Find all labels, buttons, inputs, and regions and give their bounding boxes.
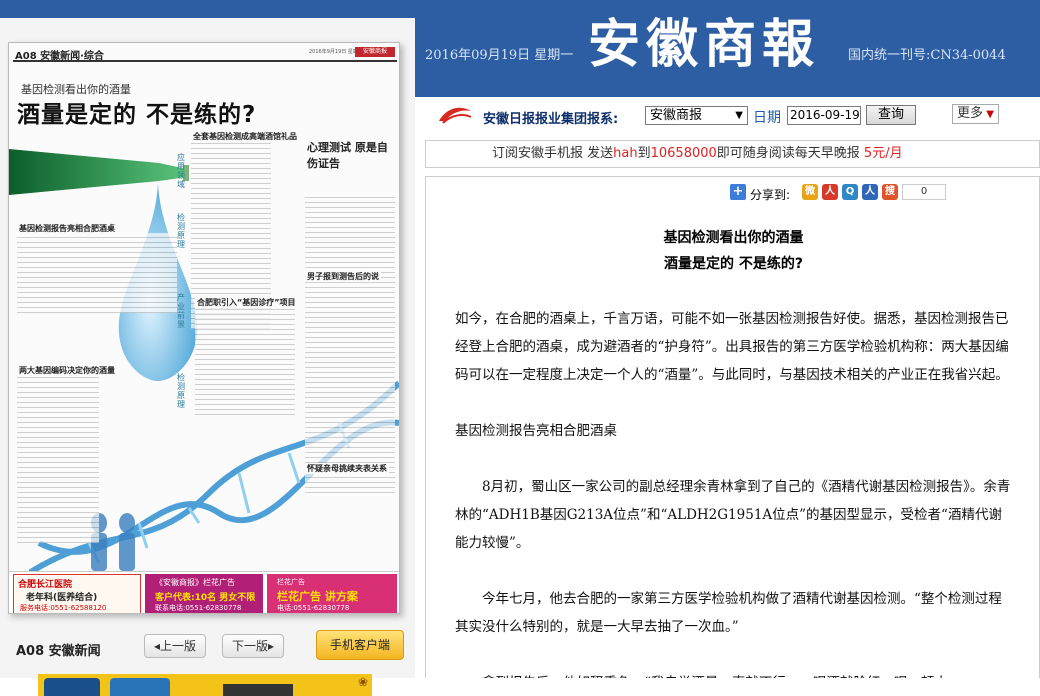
article-panel: + 分享到: 微 人 Q 人 搜 0 基因检测看出你的酒量 酒量是定的 不是练的… [425,176,1040,678]
thumb-side-label: 检测原理 [177,213,185,249]
current-page-label: A08 安徽新闻 [16,644,101,659]
issn-label: 国内统一刊号:CN34-0044 [848,48,1006,63]
next-page-button[interactable]: 下一版▸ [222,634,284,658]
thumb-text-column [195,305,295,415]
subscribe-text: 到 [637,146,651,161]
thumb-head: 心理测试 原是自伤证告 [305,139,395,171]
query-button[interactable]: 查询 [866,105,916,125]
ad-line: 合肥长江医院 [18,580,73,590]
chevron-right-icon: ▸ [267,639,275,653]
banner-tab [110,678,170,696]
subscribe-code: hah [613,146,638,161]
ad-line: 栏花广告 讲方案 [277,590,358,603]
renren-icon[interactable]: 人 [822,184,838,200]
ad-line: 《安徽商报》栏花广告 [155,578,235,587]
chevron-down-icon: ▼ [735,110,743,121]
issue-date: 2016年09月19日 星期一 [425,48,574,63]
qq-icon[interactable]: Q [842,184,858,200]
classified-ad: 栏花广告 栏花广告 讲方案 电话:0551-62830778 [267,574,397,613]
people-icon[interactable]: 人 [862,184,878,200]
thumb-ad-strip: 合肥长江医院 老年科(医养结合) 服务电话:0551-62588120 《安徽商… [9,571,399,613]
thumb-side-label: 应用领域 [177,153,185,189]
thumb-text-column [305,193,395,493]
paper-select[interactable]: 安徽商报 ▼ [645,106,748,125]
thumb-head: 两大基因编码决定你的酒量 [17,365,117,376]
thumb-title: 酒量是定的 不是练的? [17,102,257,128]
ad-line: 老年科(医养结合) [26,593,98,603]
newspaper-page-thumbnail[interactable]: A08 安徽新闻·综合 2016年9月19日 星期一 安徽商报 基因检测看出你的… [8,42,400,614]
article-paragraph: 8月初，蜀山区一家公司的副总经理余青林拿到了自己的《酒精代谢基因检测报告》。余青… [455,479,1011,551]
article-title: 酒量是定的 不是练的? [664,256,803,272]
bottom-banner-ad[interactable]: ❀ [38,674,372,696]
thumb-head: 合肥职引入“基因诊疗”项目 [195,297,298,308]
thumb-side-label: 检测原理 [177,373,185,409]
article-subtitle: 基因检测看出你的酒量 [663,230,804,246]
sohu-icon[interactable]: 搜 [882,184,898,200]
next-page-label: 下一版 [231,639,268,653]
ad-line: 栏花广告 [277,578,305,586]
ad-line: 联系电话:0551-62830778 [155,604,242,612]
thumb-head: 基因检测报告亮相合肥酒桌 [17,223,117,234]
subscribe-number: 10658000 [650,146,717,161]
chevron-down-icon: ▼ [983,109,994,120]
share-plus-icon[interactable]: + [730,184,746,200]
hospital-ad: 合肥长江医院 老年科(医养结合) 服务电话:0551-62588120 [13,574,141,613]
mobile-client-button[interactable]: 手机客户端 [316,630,404,660]
recruit-ad: 《安徽商报》栏花广告 客户代表:10名 男女不限 联系电话:0551-62830… [145,574,263,613]
thumb-rule [13,60,397,62]
thumb-head: 男子报到测告后的说 [305,271,381,282]
paper-select-value: 安徽商报 [650,108,703,123]
more-button[interactable]: 更多 ▼ [952,104,999,124]
date-label: 日期 [753,110,781,126]
subscribe-text: 即可随身阅读每天早晚报 [716,146,864,161]
subscribe-text: 订阅安徽手机报 发送 [492,146,614,161]
thumb-badge: 安徽商报 [355,47,395,57]
subscribe-price: 5元/月 [863,146,903,161]
paper-nav-bar: 安徽日报报业集团报系: 安徽商报 ▼ 日期 2016-09-19 查询 更多 ▼ [425,97,1040,135]
page-preview-panel: A08 安徽新闻·综合 2016年9月19日 星期一 安徽商报 基因检测看出你的… [0,18,415,696]
group-label: 安徽日报报业集团报系: [483,112,619,127]
group-logo-icon [439,107,472,124]
share-label: 分享到: [750,188,791,202]
thumb-head: 全套基因检测成高端酒馆礼品 [191,131,299,142]
more-label: 更多 [957,106,984,121]
article-section-heading: 基因检测报告亮相合肥酒桌 [455,423,617,439]
banner-block [223,684,293,696]
date-input[interactable]: 2016-09-19 [787,106,861,125]
ad-line: 服务电话:0551-62588120 [20,604,107,612]
article-paragraph: 如今，在合肥的酒桌上，千言万语，可能不如一张基因检测报告好使。据悉，基因检测报告… [455,311,1009,383]
ad-line: 电话:0551-62830778 [277,604,350,612]
newspaper-logo[interactable]: 安徽商報 [588,14,820,76]
subscribe-banner[interactable]: 订阅安徽手机报 发送hah到10658000即可随身阅读每天早晚报 5元/月 [425,140,1040,168]
prev-page-label: 上一版 [160,639,197,653]
thumb-head: 怀疑亲母挑续夹表关系 [305,463,389,474]
share-count: 0 [902,184,946,200]
thumb-text-column [17,373,99,543]
article-paragraph: 拿到报告后，他如释重负。“我自觉酒量一直就不行。一喝酒就脸红，喝一顿大 [455,669,1015,678]
weibo-icon[interactable]: 微 [802,184,818,200]
thumb-text-column [17,233,177,313]
paw-icon: ❀ [358,675,369,689]
article-paragraph: 今年七月，他去合肥的一家第三方医学检验机构做了酒精代谢基因检测。“整个检测过程其… [455,591,1002,635]
ad-line: 客户代表:10名 男女不限 [155,593,256,603]
prev-page-button[interactable]: ◂上一版 [144,634,206,658]
banner-tab [44,678,100,696]
article-body: 如今，在合肥的酒桌上，千言万语，可能不如一张基因检测报告好使。据悉，基因检测报告… [455,305,1015,678]
thumb-side-label: 产业前景 [177,293,185,329]
